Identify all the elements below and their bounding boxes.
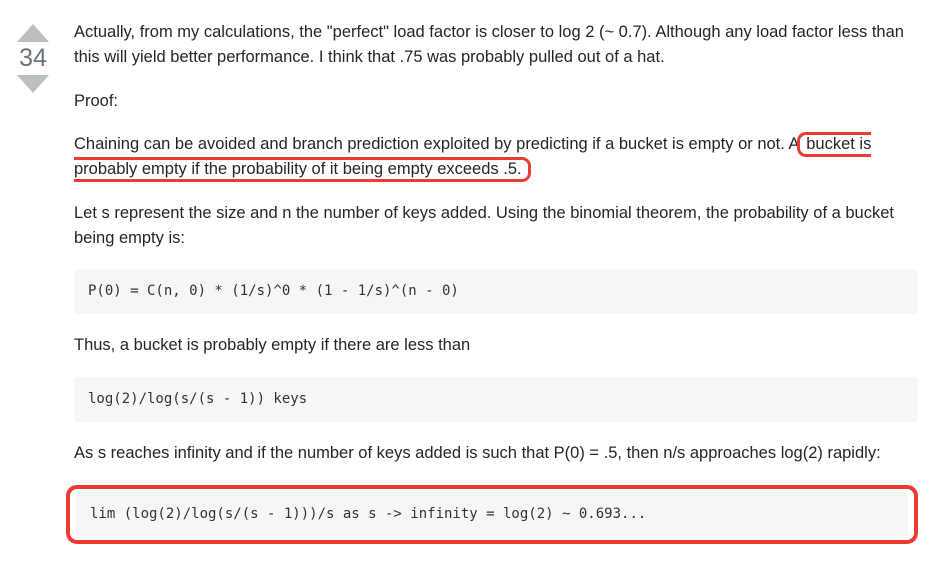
paragraph-limit: As s reaches infinity and if the number …	[74, 441, 918, 466]
highlight-limit-code: lim (log(2)/log(s/(s - 1)))/s as s -> in…	[66, 485, 918, 544]
vote-cell: 34	[10, 20, 56, 563]
code-block-limit: lim (log(2)/log(s/(s - 1)))/s as s -> in…	[76, 492, 908, 537]
answer-container: 34 Actually, from my calculations, the "…	[10, 20, 928, 563]
paragraph-intro: Actually, from my calculations, the "per…	[74, 20, 918, 70]
paragraph-chaining-pre: Chaining can be avoided and branch predi…	[74, 135, 803, 153]
paragraph-chaining: Chaining can be avoided and branch predi…	[74, 132, 918, 182]
paragraph-binomial: Let s represent the size and n the numbe…	[74, 201, 918, 251]
code-probability: P(0) = C(n, 0) * (1/s)^0 * (1 - 1/s)^(n …	[88, 283, 459, 299]
vote-count: 34	[19, 44, 47, 73]
down-arrow-icon	[15, 75, 51, 97]
code-keys: log(2)/log(s/(s - 1)) keys	[88, 391, 307, 407]
post-body: Actually, from my calculations, the "per…	[74, 20, 928, 563]
downvote-button[interactable]	[15, 75, 51, 97]
paragraph-proof-label: Proof:	[74, 89, 918, 114]
code-block-probability: P(0) = C(n, 0) * (1/s)^0 * (1 - 1/s)^(n …	[74, 269, 918, 314]
up-arrow-icon	[15, 20, 51, 42]
code-block-keys: log(2)/log(s/(s - 1)) keys	[74, 377, 918, 422]
upvote-button[interactable]	[15, 20, 51, 42]
code-limit: lim (log(2)/log(s/(s - 1)))/s as s -> in…	[90, 506, 646, 522]
paragraph-thus: Thus, a bucket is probably empty if ther…	[74, 333, 918, 358]
